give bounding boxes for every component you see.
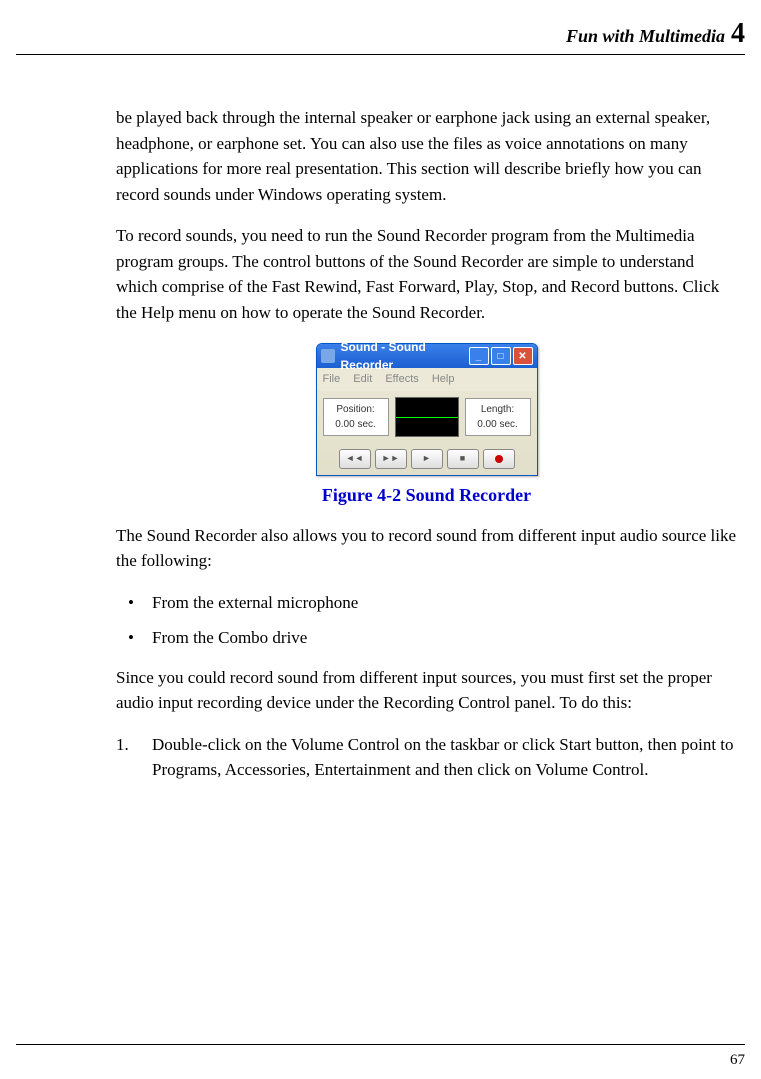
menu-bar: File Edit Effects Help [317,368,537,391]
paragraph: Since you could record sound from differ… [116,665,737,716]
figure-caption: Figure 4-2 Sound Recorder [116,482,737,509]
position-value: 0.00 sec. [329,417,383,432]
list-item: From the external microphone [116,590,737,616]
body-text: be played back through the internal spea… [116,105,737,1028]
page-number: 67 [730,1052,745,1068]
menu-help[interactable]: Help [432,373,455,385]
display-area: Position: 0.00 sec. Length: 0.00 sec. [317,391,537,443]
list-item: From the Combo drive [116,625,737,651]
menu-file[interactable]: File [323,373,341,385]
length-display: Length: 0.00 sec. [465,398,531,436]
close-button[interactable]: ✕ [513,347,533,365]
figure: Sound - Sound Recorder _ □ ✕ File Edit E… [116,343,737,476]
step-text: Double-click on the Volume Control on th… [152,735,734,780]
control-buttons: ◄◄ ►► ► ■ [317,443,537,475]
paragraph: To record sounds, you need to run the So… [116,223,737,325]
minimize-button[interactable]: _ [469,347,489,365]
play-button[interactable]: ► [411,449,443,469]
waveform-display [395,397,459,437]
page-header: Fun with Multimedia 4 [16,20,745,55]
forward-button[interactable]: ►► [375,449,407,469]
rewind-button[interactable]: ◄◄ [339,449,371,469]
paragraph: The Sound Recorder also allows you to re… [116,523,737,574]
menu-edit[interactable]: Edit [353,373,372,385]
chapter-number: 4 [731,20,745,48]
stop-button[interactable]: ■ [447,449,479,469]
position-label: Position: [329,402,383,417]
length-value: 0.00 sec. [471,417,525,432]
step-number: 1. [116,732,129,758]
menu-effects[interactable]: Effects [385,373,418,385]
sound-recorder-window: Sound - Sound Recorder _ □ ✕ File Edit E… [316,343,538,476]
bullet-list: From the external microphone From the Co… [116,590,737,651]
maximize-button[interactable]: □ [491,347,511,365]
section-title: Fun with Multimedia [566,23,725,50]
record-button[interactable] [483,449,515,469]
position-display: Position: 0.00 sec. [323,398,389,436]
length-label: Length: [471,402,525,417]
titlebar: Sound - Sound Recorder _ □ ✕ [317,344,537,368]
list-item: 1. Double-click on the Volume Control on … [116,732,737,783]
numbered-list: 1. Double-click on the Volume Control on … [116,732,737,783]
paragraph: be played back through the internal spea… [116,105,737,207]
app-icon [321,349,335,363]
page-footer: 67 [16,1044,745,1072]
window-title: Sound - Sound Recorder [341,338,467,374]
